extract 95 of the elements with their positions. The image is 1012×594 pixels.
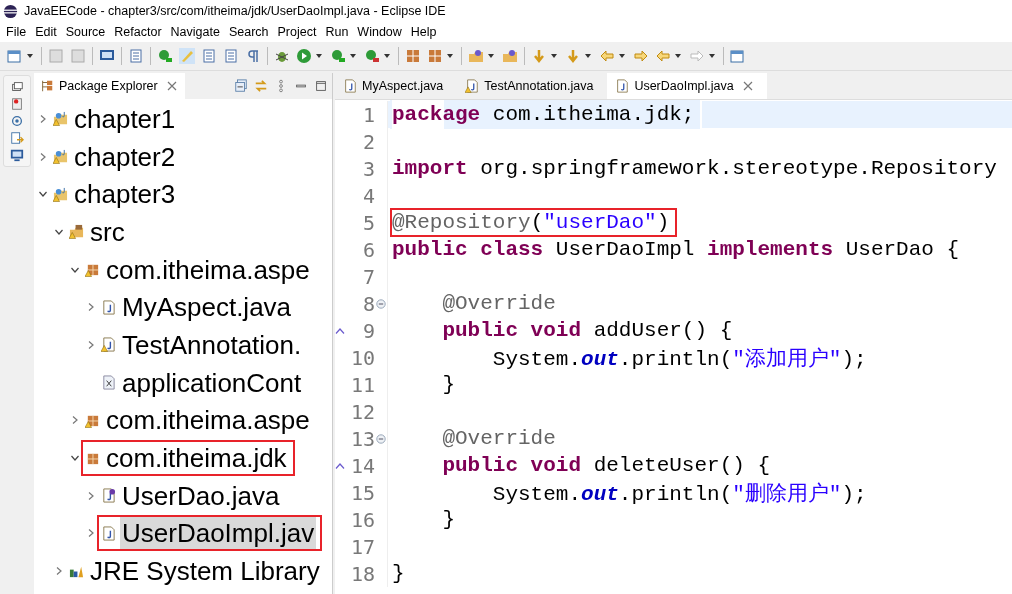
line-number: 2	[361, 129, 375, 154]
view-icon[interactable]	[10, 114, 24, 128]
fold-icon[interactable]	[376, 433, 386, 444]
code-line: @Override	[441, 291, 557, 317]
line-number: 15	[349, 480, 375, 505]
toolbar-icon[interactable]	[245, 48, 261, 64]
line-number: 1	[361, 102, 375, 127]
tree-item[interactable]: UserDao.java	[120, 479, 282, 512]
view-icon[interactable]	[10, 97, 24, 111]
dropdown-caret-icon[interactable]	[550, 52, 558, 60]
line-number: 3	[361, 156, 375, 181]
line-number: 16	[349, 507, 375, 532]
code-line: }	[391, 561, 406, 587]
close-icon[interactable]	[166, 81, 177, 91]
tab-label: MyAspect.java	[362, 79, 444, 93]
menu-item[interactable]: File	[2, 25, 32, 39]
code-line: System.out.println("删除用户");	[491, 481, 868, 508]
dropdown-caret-icon[interactable]	[618, 52, 626, 60]
line-number: 8	[361, 291, 375, 316]
line-number: 17	[349, 534, 375, 559]
code-line: System.out.println("添加用户");	[491, 346, 868, 373]
dropdown-caret-icon[interactable]	[708, 52, 716, 60]
dropdown-caret-icon[interactable]	[674, 52, 682, 60]
editor-tab[interactable]: TestAnnotation.java	[457, 73, 608, 99]
view-title: Package Explorer	[59, 79, 158, 93]
override-marker-icon[interactable]	[335, 462, 345, 469]
override-marker-icon[interactable]	[335, 327, 345, 334]
line-number: 7	[361, 264, 375, 289]
toolbar-icon[interactable]	[157, 48, 173, 64]
window-title: JavaEECode - chapter3/src/com/itheima/jdk/UserDaoImpl.java - Eclipse IDE	[24, 4, 446, 18]
toolbar-icon[interactable]	[296, 48, 312, 64]
menu-item[interactable]: Edit	[31, 25, 62, 39]
tree-item[interactable]: applicationCont	[120, 366, 304, 399]
tree-item[interactable]: chapter1	[72, 102, 178, 135]
line-number: 11	[349, 372, 375, 397]
toolbar-icon[interactable]	[730, 48, 746, 64]
tree-item[interactable]: JRE System Library	[88, 555, 322, 588]
dropdown-caret-icon[interactable]	[487, 52, 495, 60]
dropdown-caret-icon[interactable]	[584, 52, 592, 60]
view-icon[interactable]	[10, 131, 24, 145]
code-line: }	[441, 372, 456, 398]
tree-item[interactable]: com.itheima.jdk	[104, 442, 289, 475]
tree-item[interactable]: com.itheima.aspe	[104, 253, 312, 286]
tab-label: UserDaoImpl.java	[634, 79, 734, 93]
toolbar-icon[interactable]	[502, 48, 518, 64]
menu-item[interactable]: Run	[321, 25, 354, 39]
code-line: }	[441, 507, 456, 533]
view-icon[interactable]	[10, 148, 24, 162]
menu-item[interactable]: Help	[406, 25, 442, 39]
maximize-icon[interactable]	[314, 79, 328, 93]
code-line: public void addUser() {	[441, 318, 734, 344]
dropdown-caret-icon[interactable]	[315, 52, 323, 60]
line-number: 6	[361, 237, 375, 262]
menu-item[interactable]: Refactor	[110, 25, 167, 39]
line-number: 14	[349, 453, 375, 478]
menu-item[interactable]: Project	[273, 25, 322, 39]
code-line: public void deleteUser() {	[441, 453, 772, 479]
line-number: 4	[361, 183, 375, 208]
tree-item[interactable]: TestAnnotation.	[120, 328, 304, 361]
code-line: @Override	[441, 426, 557, 452]
collapse-all-icon[interactable]	[234, 79, 248, 93]
package-explorer-icon	[40, 79, 54, 93]
link-editor-icon[interactable]	[254, 79, 268, 93]
line-number: 9	[361, 318, 375, 343]
fold-icon[interactable]	[376, 298, 386, 309]
line-number: 18	[349, 561, 375, 586]
dropdown-caret-icon[interactable]	[26, 52, 34, 60]
line-number: 10	[349, 345, 375, 370]
menu-item[interactable]: Window	[353, 25, 407, 39]
toolbar-icon[interactable]	[364, 48, 380, 64]
dropdown-caret-icon[interactable]	[446, 52, 454, 60]
line-number: 13	[349, 426, 375, 451]
editor-tab[interactable]: UserDaoImpl.java	[607, 73, 767, 99]
menu-item[interactable]: Source	[61, 25, 111, 39]
menu-item[interactable]: Search	[224, 25, 274, 39]
menu-item[interactable]: Navigate	[166, 25, 225, 39]
toolbar-icon[interactable]	[468, 48, 484, 64]
code-line: public class UserDaoImpl implements UserDao {	[391, 237, 961, 263]
tree-item[interactable]: MyAspect.java	[120, 291, 294, 324]
tree-item[interactable]: chapter3	[72, 178, 178, 211]
close-icon[interactable]	[742, 81, 753, 91]
tree-item[interactable]: UserDaoImpl.jav	[120, 517, 317, 550]
code-line: import org.springframework.stereotype.Repository	[391, 156, 998, 182]
dropdown-caret-icon[interactable]	[349, 52, 357, 60]
line-number: 12	[349, 399, 375, 424]
tree-item[interactable]: chapter2	[72, 140, 178, 173]
tree-item[interactable]: com.itheima.aspe	[104, 404, 312, 437]
eclipse-logo-icon	[3, 3, 18, 19]
view-icon[interactable]	[10, 80, 24, 94]
tab-label: TestAnnotation.java	[484, 79, 594, 93]
package-explorer-tab[interactable]: Package Explorer	[34, 73, 185, 99]
editor-tab[interactable]: MyAspect.java	[335, 73, 458, 99]
tree-item[interactable]: src	[88, 215, 127, 248]
dropdown-caret-icon[interactable]	[383, 52, 391, 60]
line-number: 5	[361, 210, 375, 235]
